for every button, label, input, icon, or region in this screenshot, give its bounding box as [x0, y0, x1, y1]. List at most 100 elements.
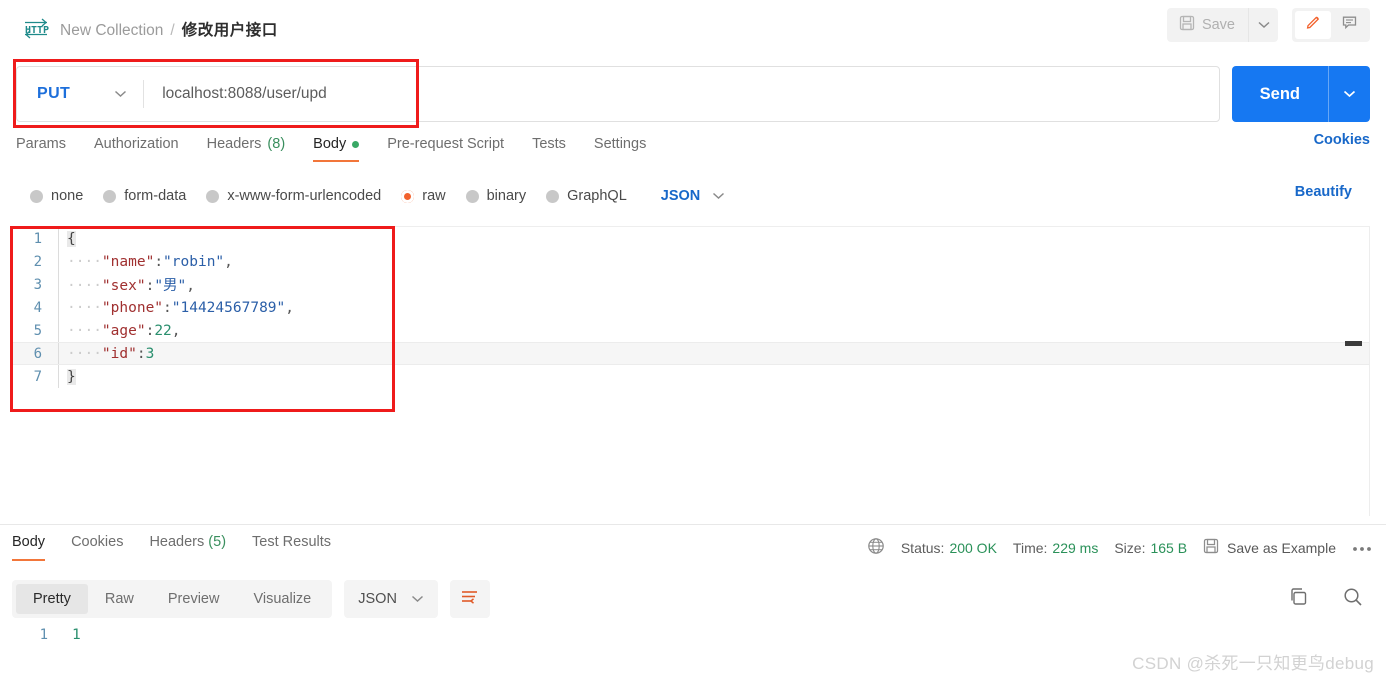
code-text[interactable]: }	[59, 368, 76, 385]
send-button[interactable]: Send	[1232, 66, 1328, 122]
tab-pre-request-script[interactable]: Pre-request Script	[387, 136, 504, 162]
body-type-urlencoded[interactable]: x-www-form-urlencoded	[206, 188, 381, 204]
view-mode-visualize[interactable]: Visualize	[236, 584, 328, 614]
url-input[interactable]: localhost:8088/user/upd	[144, 85, 327, 103]
breadcrumb-collection[interactable]: New Collection	[60, 22, 163, 40]
method-selector[interactable]: PUT	[17, 67, 143, 121]
response-format-label: JSON	[358, 591, 397, 607]
code-line: 3 ····"sex":"男",	[12, 273, 1370, 296]
code-text[interactable]: ····"name":"robin",	[59, 254, 233, 270]
body-format-selector[interactable]: JSON	[661, 188, 726, 204]
code-line: 7}	[12, 365, 1370, 388]
request-body-editor[interactable]: 1{2 ····"name":"robin", 3 ····"sex":"男", 4 ··…	[12, 226, 1370, 516]
response-tab-headers[interactable]: Headers (5)	[149, 534, 226, 561]
breadcrumb: New Collection / 修改用户接口	[60, 18, 278, 40]
word-wrap-icon	[460, 589, 479, 610]
editor-scrollbar[interactable]	[1369, 227, 1370, 516]
code-text[interactable]: ····"id":3	[59, 346, 154, 362]
save-as-example-label: Save as Example	[1227, 539, 1336, 556]
line-number: 6	[33, 345, 42, 362]
save-options-dropdown[interactable]	[1248, 8, 1278, 42]
view-toggle-group	[1292, 8, 1370, 42]
cookies-link[interactable]: Cookies	[1314, 132, 1370, 148]
tab-body[interactable]: Body	[313, 136, 360, 162]
code-text[interactable]: ····"age":22,	[59, 323, 181, 339]
response-tab-body[interactable]: Body	[12, 534, 46, 561]
radio-icon	[30, 189, 43, 203]
response-code-text[interactable]: 1	[64, 627, 81, 643]
request-url-row: PUT localhost:8088/user/upd Send	[16, 66, 1370, 122]
comment-icon	[1341, 14, 1358, 36]
line-number: 1	[39, 627, 48, 643]
size-value: 165 B	[1150, 539, 1188, 556]
segment-label: Pretty	[33, 591, 71, 607]
tab-label: Pre-request Script	[387, 136, 505, 152]
line-number: 3	[33, 276, 42, 293]
tab-label: Test Results	[252, 534, 332, 550]
body-modified-dot-icon	[352, 140, 360, 148]
tab-authorization[interactable]: Authorization	[94, 136, 179, 162]
body-type-binary[interactable]: binary	[465, 188, 526, 204]
response-status-bar: Status: 200 OK Time: 229 ms Size: 165 B …	[867, 537, 1372, 558]
radio-icon	[465, 189, 479, 203]
breadcrumb-request-name[interactable]: 修改用户接口	[182, 18, 278, 40]
code-line: 6 ····"id":3	[12, 342, 1370, 365]
search-icon[interactable]	[1342, 586, 1364, 613]
tab-settings[interactable]: Settings	[594, 136, 646, 162]
breadcrumb-separator: /	[170, 22, 175, 39]
response-tab-cookies[interactable]: Cookies	[71, 534, 123, 561]
edit-request-button[interactable]	[1295, 11, 1331, 39]
tab-params[interactable]: Params	[16, 136, 66, 162]
view-mode-preview[interactable]: Preview	[151, 584, 237, 614]
tab-label: Body	[12, 534, 46, 550]
copy-icon[interactable]	[1288, 586, 1310, 613]
more-horizontal-icon[interactable]	[1352, 539, 1372, 556]
size-label: Size:	[1114, 539, 1146, 556]
view-mode-raw[interactable]: Raw	[88, 584, 151, 614]
segment-label: Preview	[167, 591, 220, 607]
tab-count: (5)	[208, 534, 227, 550]
comments-button[interactable]	[1331, 11, 1367, 39]
chevron-down-icon	[712, 188, 725, 204]
body-type-none[interactable]: none	[30, 188, 83, 204]
tab-tests[interactable]: Tests	[532, 136, 566, 162]
radio-label: x-www-form-urlencoded	[227, 188, 382, 204]
body-type-graphql[interactable]: GraphQL	[546, 188, 627, 204]
tab-headers[interactable]: Headers (8)	[207, 136, 286, 162]
body-type-options: none form-data x-www-form-urlencoded raw…	[30, 182, 1370, 210]
save-button[interactable]: Save	[1167, 8, 1248, 42]
app-header: HTTP New Collection / 修改用户接口 Save	[0, 0, 1386, 58]
save-button-label: Save	[1201, 17, 1235, 33]
code-text[interactable]: ····"sex":"男",	[59, 274, 195, 295]
code-line: 2 ····"name":"robin",	[12, 250, 1370, 273]
tab-label: Tests	[532, 136, 566, 152]
radio-selected-icon	[401, 189, 415, 203]
save-as-example-button[interactable]: Save as Example	[1203, 538, 1336, 557]
tab-label: Settings	[593, 136, 647, 152]
segment-label: Raw	[104, 591, 134, 607]
watermark: CSDN @杀死一只知更鸟debug	[1132, 654, 1374, 673]
send-button-group: Send	[1231, 66, 1370, 122]
tab-label: Params	[16, 136, 66, 152]
body-type-form-data[interactable]: form-data	[103, 188, 186, 204]
response-code-line: 11	[12, 624, 1372, 646]
response-format-selector[interactable]: JSON	[344, 580, 438, 618]
url-input-container: PUT localhost:8088/user/upd	[16, 66, 1220, 122]
code-text[interactable]: {	[59, 230, 76, 247]
code-line: 5 ····"age":22,	[12, 319, 1370, 342]
response-tab-test-results[interactable]: Test Results	[252, 534, 331, 561]
response-lines-container: 11	[12, 624, 1372, 646]
response-format-segments: Pretty Raw Preview Visualize	[12, 580, 333, 618]
body-type-raw[interactable]: raw	[401, 188, 446, 204]
view-mode-pretty[interactable]: Pretty	[16, 584, 88, 614]
beautify-button[interactable]: Beautify	[1295, 184, 1352, 200]
response-view-modes: Pretty Raw Preview Visualize JSON	[12, 580, 490, 618]
code-text[interactable]: ····"phone":"14424567789",	[59, 300, 294, 316]
radio-label: raw	[422, 188, 446, 204]
word-wrap-button[interactable]	[449, 580, 490, 618]
save-button-group: Save	[1166, 8, 1278, 42]
send-options-dropdown[interactable]	[1328, 66, 1370, 122]
editor-scroll-thumb[interactable]	[1345, 341, 1362, 346]
radio-label: form-data	[124, 188, 187, 204]
floppy-disk-icon	[1203, 538, 1219, 557]
